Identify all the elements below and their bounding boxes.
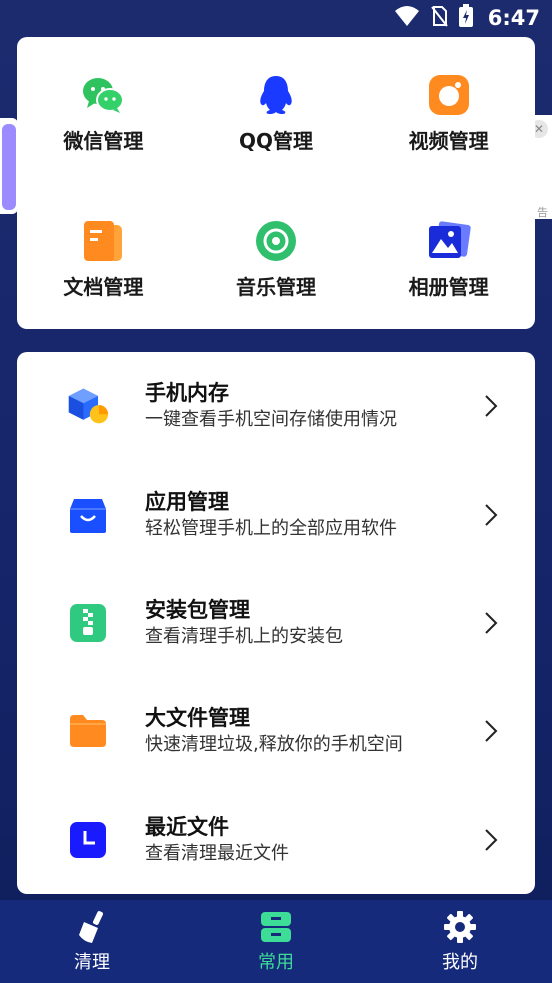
qq-icon: [254, 73, 298, 117]
grid-item-music[interactable]: 音乐管理: [190, 183, 363, 329]
recent-clock-icon: [67, 819, 109, 861]
ad-label: 告: [537, 206, 548, 219]
music-icon: [254, 219, 298, 263]
chevron-right-icon: [483, 393, 499, 419]
grid-item-qq[interactable]: QQ管理: [190, 37, 363, 183]
tab-clean[interactable]: 清理: [32, 910, 152, 974]
grid-label-wechat: 微信管理: [63, 129, 144, 153]
list-item-title: 最近文件: [145, 814, 229, 839]
apk-zip-icon: [67, 602, 109, 644]
list-item-apk-management[interactable]: 安装包管理 查看清理手机上的安装包: [17, 569, 535, 677]
grid-item-video[interactable]: 视频管理: [362, 37, 535, 183]
list-item-phone-storage[interactable]: 手机内存 一键查看手机空间存储使用情况: [17, 352, 535, 460]
chevron-right-icon: [483, 502, 499, 528]
chevron-right-icon: [483, 610, 499, 636]
status-time: 6:47: [487, 6, 540, 30]
grid-label-album: 相册管理: [408, 275, 489, 299]
video-icon: [427, 73, 471, 117]
list-item-title: 应用管理: [145, 489, 229, 514]
cabinet-icon: [259, 910, 293, 944]
chevron-right-icon: [483, 718, 499, 744]
album-icon: [427, 219, 471, 263]
list-item-subtitle: 查看清理最近文件: [145, 842, 289, 864]
folder-icon: [67, 710, 109, 752]
list-item-title: 手机内存: [145, 381, 229, 406]
grid-label-qq: QQ管理: [238, 129, 313, 153]
ad-peek-left-accent: [2, 124, 16, 210]
wifi-icon: [394, 5, 420, 31]
no-sim-icon: [430, 5, 448, 31]
storage-cube-icon: [67, 385, 109, 427]
list-item-app-management[interactable]: 应用管理 轻松管理手机上的全部应用软件: [17, 460, 535, 568]
tab-mine[interactable]: 我的: [400, 910, 520, 974]
list-item-subtitle: 一键查看手机空间存储使用情况: [145, 409, 397, 431]
status-bar: 6:47: [0, 0, 552, 36]
grid-item-wechat[interactable]: 微信管理: [17, 37, 190, 183]
list-item-recent-files[interactable]: 最近文件 查看清理最近文件: [17, 786, 535, 894]
tab-label: 清理: [74, 951, 110, 973]
bottom-tab-bar: 清理 常用 我的: [0, 900, 552, 983]
tab-label: 常用: [258, 951, 294, 973]
tab-label: 我的: [442, 951, 478, 973]
grid-item-document[interactable]: 文档管理: [17, 183, 190, 329]
list-item-title: 大文件管理: [145, 706, 250, 731]
app-bag-icon: [67, 494, 109, 536]
tab-common[interactable]: 常用: [216, 910, 336, 974]
list-item-subtitle: 轻松管理手机上的全部应用软件: [145, 517, 397, 539]
gear-icon: [443, 910, 477, 944]
document-icon: [81, 219, 125, 263]
quick-access-card: 微信管理 QQ管理 视频管理 文档管理 音乐管理 相册管理: [17, 37, 535, 329]
wechat-icon: [81, 73, 125, 117]
grid-label-document: 文档管理: [63, 275, 144, 299]
list-item-title: 安装包管理: [145, 597, 250, 622]
broom-icon: [75, 910, 109, 944]
list-item-subtitle: 快速清理垃圾,释放你的手机空间: [145, 734, 403, 756]
battery-charging-icon: [458, 4, 474, 32]
grid-item-album[interactable]: 相册管理: [362, 183, 535, 329]
list-item-subtitle: 查看清理手机上的安装包: [145, 625, 343, 647]
list-item-large-files[interactable]: 大文件管理 快速清理垃圾,释放你的手机空间: [17, 677, 535, 785]
chevron-right-icon: [483, 827, 499, 853]
feature-list-card: 手机内存 一键查看手机空间存储使用情况 应用管理 轻松管理手机上的全部应用软件: [17, 352, 535, 894]
grid-label-video: 视频管理: [408, 129, 489, 153]
grid-label-music: 音乐管理: [235, 275, 316, 299]
